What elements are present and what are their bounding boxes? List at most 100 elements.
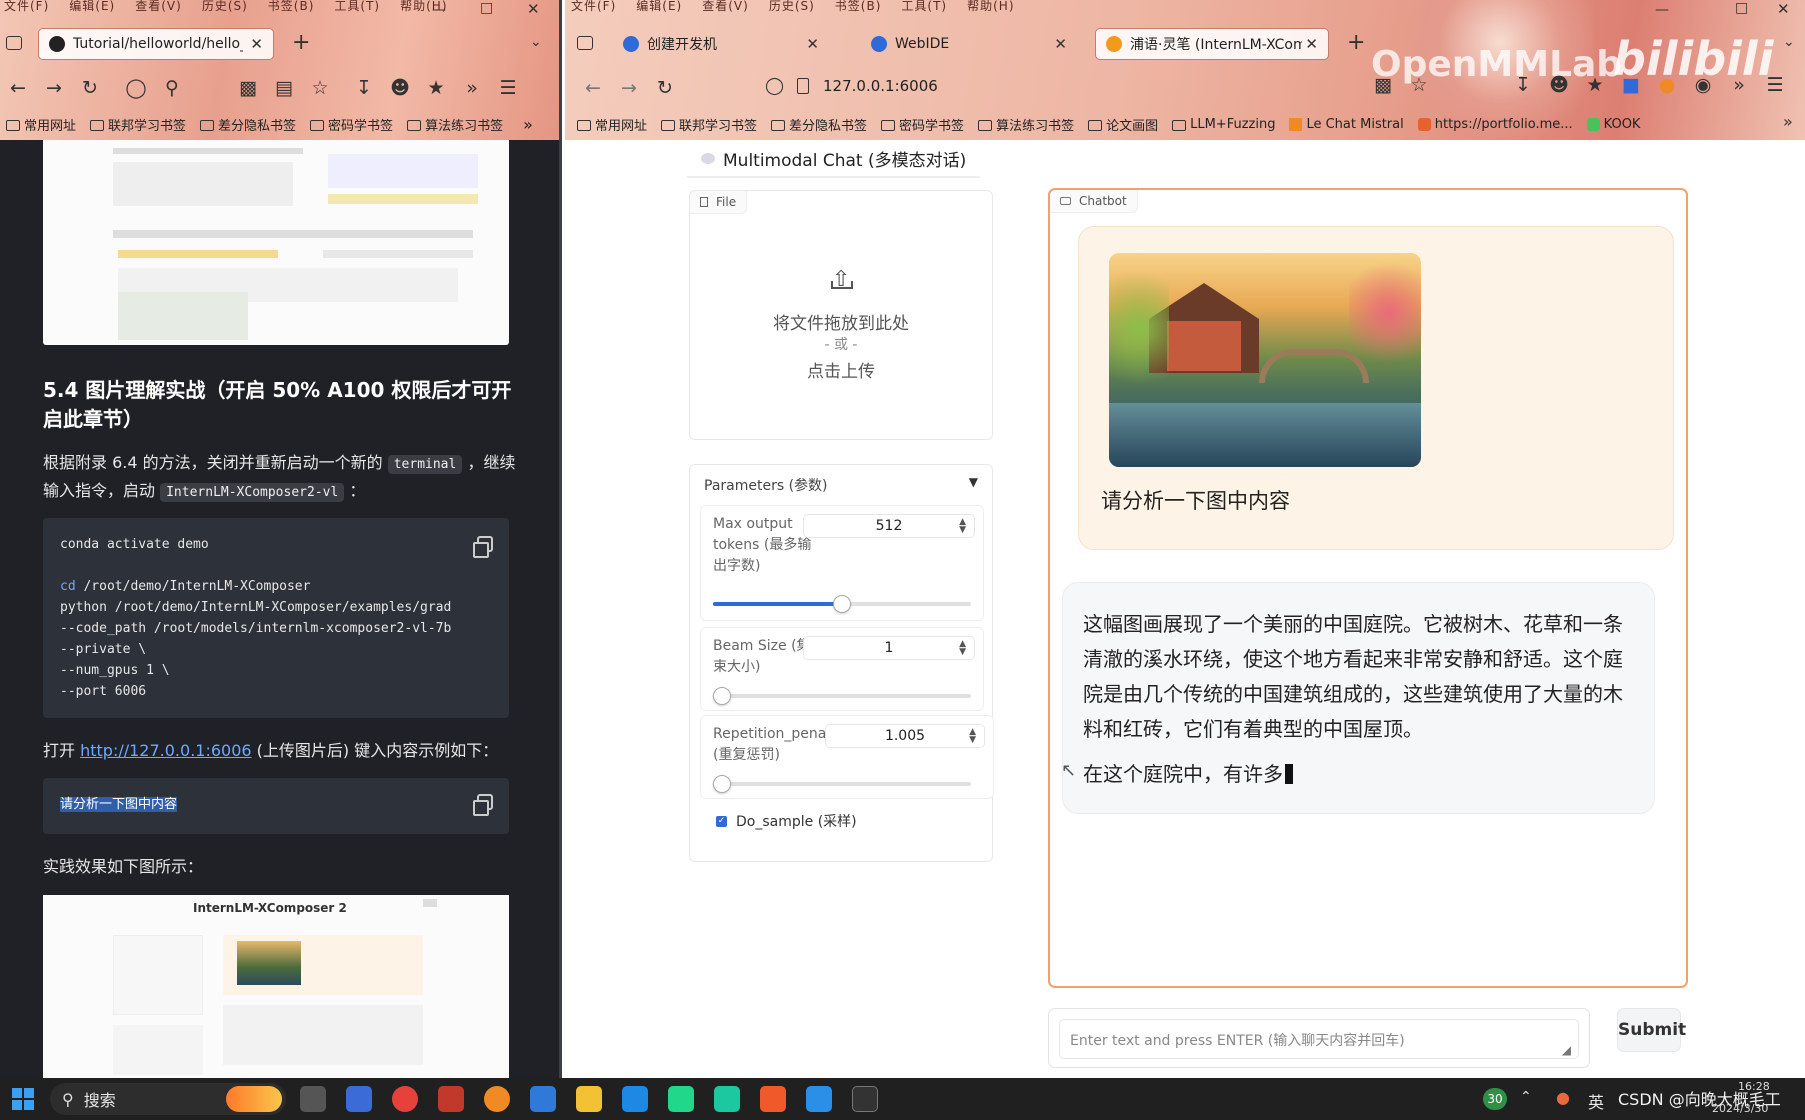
minimize-icon[interactable]: —	[1655, 2, 1669, 18]
resize-handle-icon[interactable]: ◢	[1562, 1043, 1571, 1057]
menu-view[interactable]: 查看(V)	[702, 0, 749, 13]
hamburger-menu-icon[interactable]: ☰	[490, 77, 526, 99]
tab-list-icon[interactable]	[577, 36, 593, 50]
intellij-icon[interactable]	[760, 1086, 786, 1112]
extensions-icon[interactable]: ★	[1577, 74, 1613, 96]
more-bookmarks-icon[interactable]: »	[1783, 112, 1793, 131]
taskbar-search[interactable]: ⚲ 搜索	[50, 1083, 286, 1115]
spinner-icon[interactable]: ▲ ▼	[969, 728, 976, 745]
terminal-icon[interactable]	[852, 1086, 878, 1112]
shield-icon[interactable]: ◯	[765, 76, 784, 96]
close-window-icon[interactable]: ✕	[1777, 0, 1790, 18]
todo-icon[interactable]	[530, 1086, 556, 1112]
bookmark-folder[interactable]: 差分隐私书签	[771, 115, 867, 134]
qr-icon[interactable]: ▩	[1365, 74, 1401, 96]
clock-time[interactable]: 16:28	[1738, 1080, 1770, 1093]
bookmark-folder[interactable]: 差分隐私书签	[200, 115, 296, 134]
netease-music-icon[interactable]	[392, 1086, 418, 1112]
back-icon[interactable]: ←	[0, 77, 36, 99]
beam-size-slider[interactable]	[713, 687, 971, 705]
spinner-icon[interactable]: ▲ ▼	[959, 518, 966, 535]
do-sample-checkbox-row[interactable]: ✓ Do_sample (采样)	[716, 811, 857, 831]
bookmark-folder[interactable]: 论文画图	[1088, 115, 1158, 134]
localhost-link[interactable]: http://127.0.0.1:6006	[80, 741, 251, 760]
click-upload-text[interactable]: 点击上传	[690, 357, 992, 382]
back-icon[interactable]: ←	[575, 77, 611, 99]
minimize-icon[interactable]: —	[432, 2, 446, 18]
tab-internlm-xcomposer[interactable]: 浦语·灵笔 (InternLM-XComp ✕	[1095, 28, 1329, 60]
download-icon[interactable]: ↧	[346, 77, 382, 99]
bookmark-folder[interactable]: 算法练习书签	[407, 115, 503, 134]
command-code-block[interactable]: conda activate demo cd /root/demo/Intern…	[43, 518, 509, 718]
tab-list-icon[interactable]	[6, 36, 22, 50]
clion-icon[interactable]	[714, 1086, 740, 1112]
parameters-header[interactable]: Parameters (参数)	[704, 475, 828, 495]
task-view-icon[interactable]	[300, 1086, 326, 1112]
bookmark-link[interactable]: https://portfolio.me...	[1417, 117, 1573, 132]
new-tab-icon[interactable]: +	[292, 30, 310, 55]
hamburger-menu-icon[interactable]: ☰	[1757, 74, 1793, 96]
close-tab-icon[interactable]: ✕	[806, 35, 819, 53]
bookmark-folder[interactable]: LLM+Fuzzing	[1172, 117, 1275, 132]
app-icon-v[interactable]	[346, 1086, 372, 1112]
menu-edit[interactable]: 编辑(E)	[636, 0, 682, 13]
bookmark-folder[interactable]: 密码学书签	[881, 115, 964, 134]
slider-thumb[interactable]	[713, 687, 731, 705]
slider-thumb[interactable]	[833, 595, 851, 613]
menu-tools[interactable]: 工具(T)	[901, 0, 947, 13]
url-bar[interactable]: 127.0.0.1:6006	[823, 77, 938, 95]
reader-icon[interactable]: ▤	[266, 77, 302, 99]
more-tools-icon[interactable]: »	[1721, 74, 1757, 96]
close-tab-icon[interactable]: ✕	[1054, 35, 1067, 53]
bookmark-folder[interactable]: 常用网址	[6, 115, 76, 134]
file-upload-panel[interactable]: File ⇧ 将文件拖放到此处 - 或 - 点击上传	[689, 190, 993, 440]
menu-bookmarks[interactable]: 书签(B)	[268, 0, 315, 13]
bookmark-folder[interactable]: 算法练习书签	[978, 115, 1074, 134]
repetition-penalty-input[interactable]: 1.005 ▲ ▼	[825, 724, 985, 748]
reload-icon[interactable]: ↻	[647, 77, 683, 99]
more-tools-icon[interactable]: »	[454, 77, 490, 99]
reload-icon[interactable]: ↻	[72, 77, 108, 99]
bookmark-folder[interactable]: 常用网址	[577, 115, 647, 134]
extensions-icon[interactable]: ★	[418, 77, 454, 99]
account-icon[interactable]: ☻	[382, 77, 418, 99]
do-sample-checkbox[interactable]: ✓	[716, 815, 727, 827]
lock-icon[interactable]: ⚲	[154, 77, 190, 99]
menu-file[interactable]: 文件(F)	[4, 0, 49, 13]
copy-icon[interactable]	[473, 536, 493, 558]
chevron-down-icon[interactable]: ⌄	[1783, 34, 1795, 50]
bookmark-folder[interactable]: 密码学书签	[310, 115, 393, 134]
close-window-icon[interactable]: ✕	[527, 0, 540, 18]
star-icon[interactable]: ☆	[1401, 74, 1437, 96]
message-input[interactable]: Enter text and press ENTER (输入聊天内容并回车)	[1059, 1019, 1579, 1059]
max-tokens-input[interactable]: 512 ▲ ▼	[803, 514, 975, 538]
submit-button[interactable]: Submit	[1617, 1008, 1686, 1052]
copy-icon[interactable]	[473, 794, 493, 816]
prompt-code-block[interactable]: 请分析一下图中内容	[43, 778, 509, 834]
collapse-triangle-icon[interactable]: ▼	[969, 475, 978, 489]
maximize-icon[interactable]: □	[480, 0, 493, 16]
app-icon-red[interactable]	[438, 1086, 464, 1112]
tab-multimodal-chat[interactable]: Multimodal Chat (多模态对话)	[687, 140, 981, 178]
vscode-icon[interactable]	[806, 1086, 832, 1112]
menu-edit[interactable]: 编辑(E)	[69, 0, 115, 13]
beam-size-input[interactable]: 1 ▲ ▼	[803, 636, 975, 660]
bookmark-link[interactable]: Le Chat Mistral	[1289, 117, 1404, 132]
shield-icon[interactable]: ◯	[118, 77, 154, 99]
bookmark-link[interactable]: KOOK	[1586, 117, 1640, 132]
menu-history[interactable]: 历史(S)	[769, 0, 815, 13]
pycharm-icon[interactable]	[668, 1086, 694, 1112]
spinner-icon[interactable]: ▲ ▼	[959, 640, 966, 657]
chevron-up-icon[interactable]: ⌃	[1520, 1089, 1532, 1105]
clock-date[interactable]: 2024/3/30	[1712, 1102, 1768, 1115]
notification-badge[interactable]: 30	[1483, 1088, 1507, 1110]
menu-view[interactable]: 查看(V)	[135, 0, 182, 13]
forward-icon[interactable]: →	[36, 77, 72, 99]
chevron-down-icon[interactable]: ⌄	[530, 34, 542, 50]
repetition-penalty-slider[interactable]	[713, 775, 971, 793]
close-tab-icon[interactable]: ✕	[1305, 35, 1318, 53]
menu-help[interactable]: 帮助(H)	[967, 0, 1014, 13]
close-tab-icon[interactable]: ✕	[250, 35, 263, 53]
firefox-icon[interactable]	[484, 1086, 510, 1112]
tab-tutorial[interactable]: Tutorial/helloworld/hello_w ✕	[38, 28, 274, 60]
